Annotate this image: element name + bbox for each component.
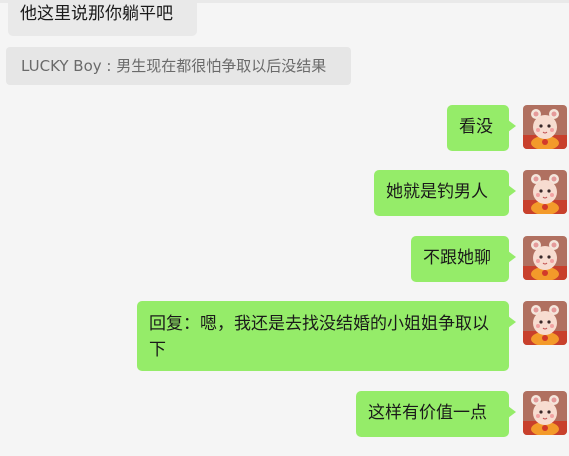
self-avatar-icon[interactable] [523, 301, 567, 345]
outgoing-message-text: 这样有价值一点 [368, 403, 487, 423]
incoming-message-text: 他这里说那你躺平吧 [20, 4, 173, 24]
outgoing-message-bubble[interactable]: 看没 [447, 105, 516, 151]
self-avatar-icon[interactable] [523, 170, 567, 214]
avatar-image [523, 236, 567, 280]
outgoing-message-text: 她就是钓男人 [386, 182, 488, 202]
outgoing-message-bubble[interactable]: 这样有价值一点 [356, 391, 516, 437]
self-avatar-icon[interactable] [523, 236, 567, 280]
outgoing-message-bubble[interactable]: 回复：嗯，我还是去找没结婚的小姐姐争取以下 [137, 301, 516, 371]
incoming-message-bubble[interactable]: 他这里说那你躺平吧 [8, 0, 197, 36]
outgoing-message-text: 看没 [459, 117, 493, 137]
outgoing-message-text: 回复：嗯，我还是去找没结婚的小姐姐争取以下 [149, 314, 489, 360]
outgoing-message-text: 不跟她聊 [423, 248, 491, 268]
outgoing-message-bubble[interactable]: 不跟她聊 [411, 236, 516, 282]
quoted-message[interactable]: LUCKY Boy : 男生现在都很怕争取以后没结果 [6, 47, 351, 85]
quoted-message-text: LUCKY Boy : 男生现在都很怕争取以后没结果 [21, 57, 327, 75]
avatar-image [523, 391, 567, 435]
outgoing-message-bubble[interactable]: 她就是钓男人 [374, 170, 516, 216]
avatar-image [523, 301, 567, 345]
avatar-image [523, 105, 567, 149]
self-avatar-icon[interactable] [523, 105, 567, 149]
self-avatar-icon[interactable] [523, 391, 567, 435]
avatar-image [523, 170, 567, 214]
